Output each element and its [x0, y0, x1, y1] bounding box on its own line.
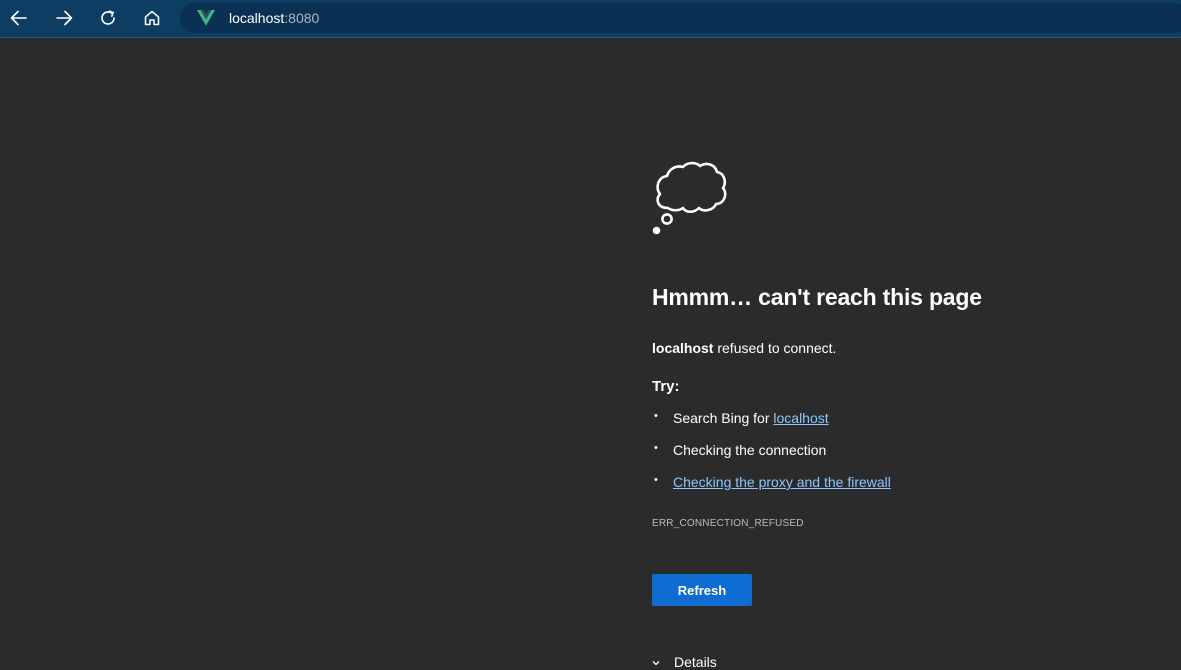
- search-bing-link[interactable]: localhost: [773, 410, 828, 426]
- refused-text: refused to connect.: [713, 340, 837, 356]
- bullet-icon: •: [654, 410, 658, 422]
- url-port: :8080: [284, 10, 320, 26]
- address-bar[interactable]: localhost:8080: [180, 3, 1181, 33]
- suggestion-check-connection: • Checking the connection: [652, 442, 891, 474]
- refused-host: localhost: [652, 340, 714, 356]
- suggestion-search-prefix: Search Bing for: [673, 410, 774, 426]
- home-button[interactable]: [137, 4, 167, 32]
- reload-button[interactable]: [93, 4, 123, 32]
- details-toggle[interactable]: Details: [652, 654, 717, 670]
- check-proxy-link[interactable]: Checking the proxy and the firewall: [673, 474, 891, 490]
- arrow-left-icon: [10, 10, 27, 26]
- chevron-down-icon: [652, 661, 660, 666]
- vue-logo-icon: [197, 10, 215, 26]
- page-title: Hmmm… can't reach this page: [652, 284, 982, 310]
- thought-cloud-icon: [652, 161, 727, 235]
- suggestions-list: • Search Bing for localhost • Checking t…: [652, 410, 891, 506]
- suggestion-check-proxy: • Checking the proxy and the firewall: [652, 474, 891, 506]
- refused-message: localhost refused to connect.: [652, 340, 836, 356]
- suggestion-check-connection-text: Checking the connection: [673, 442, 827, 458]
- suggestion-search-bing: • Search Bing for localhost: [652, 410, 891, 442]
- refresh-icon: [101, 10, 115, 25]
- error-code: ERR_CONNECTION_REFUSED: [652, 518, 804, 529]
- url-host: localhost: [229, 10, 285, 26]
- arrow-right-icon: [56, 10, 73, 26]
- refresh-button[interactable]: Refresh: [652, 574, 752, 606]
- forward-button[interactable]: [49, 4, 79, 32]
- try-label: Try:: [652, 378, 680, 395]
- url-text[interactable]: localhost:8080: [229, 10, 319, 26]
- home-icon: [144, 10, 160, 26]
- bullet-icon: •: [654, 474, 658, 486]
- back-button[interactable]: [4, 4, 34, 32]
- details-label: Details: [674, 654, 717, 670]
- bullet-icon: •: [654, 442, 658, 454]
- browser-toolbar: localhost:8080: [0, 0, 1181, 38]
